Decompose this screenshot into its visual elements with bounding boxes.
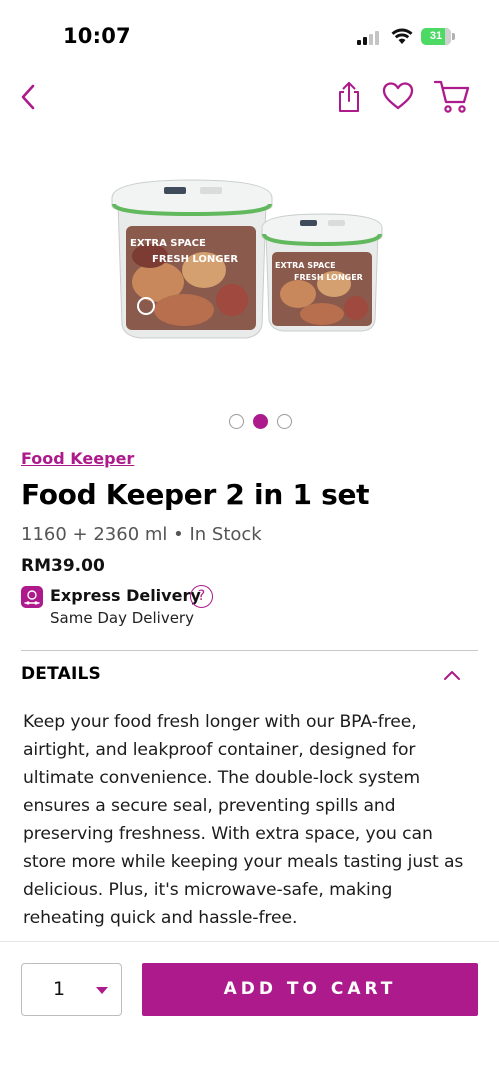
carousel-dot-1[interactable] <box>229 414 244 429</box>
carousel-dot-3[interactable] <box>277 414 292 429</box>
brand-link[interactable]: Food Keeper <box>21 449 134 468</box>
carousel-indicator <box>229 414 292 429</box>
battery-empty-portion <box>445 28 451 45</box>
product-image[interactable]: EXTRA SPACE FRESH LONGER EXTRA SPACE FRE… <box>100 160 400 350</box>
share-icon[interactable] <box>334 80 364 114</box>
express-delivery-icon <box>21 586 43 608</box>
cellular-signal-icon <box>357 31 381 45</box>
svg-text:EXTRA SPACE: EXTRA SPACE <box>130 238 206 249</box>
battery-icon: 31 <box>421 28 455 45</box>
chevron-up-icon[interactable] <box>441 665 463 685</box>
status-time: 10:07 <box>63 24 131 48</box>
svg-text:FRESH LONGER: FRESH LONGER <box>152 254 238 265</box>
details-description: Keep your food fresh longer with our BPA… <box>23 712 464 928</box>
small-container-image: EXTRA SPACE FRESH LONGER <box>261 213 383 332</box>
help-icon[interactable]: ? <box>190 585 213 608</box>
express-delivery-label: Express Delivery <box>50 586 201 605</box>
quantity-value: 1 <box>53 978 66 1000</box>
bottom-bar-divider <box>0 941 499 942</box>
carousel-dot-2-active[interactable] <box>253 414 268 429</box>
add-to-cart-button[interactable]: ADD TO CART <box>142 963 478 1016</box>
svg-text:EXTRA SPACE: EXTRA SPACE <box>275 261 336 270</box>
section-divider <box>21 650 478 651</box>
cart-icon[interactable] <box>433 78 471 114</box>
heart-icon[interactable] <box>381 80 415 112</box>
details-header[interactable]: DETAILS <box>21 664 101 684</box>
product-price: RM39.00 <box>21 556 105 576</box>
battery-cap <box>452 33 455 40</box>
product-title: Food Keeper 2 in 1 set <box>21 478 370 511</box>
product-subtitle: 1160 + 2360 ml • In Stock <box>21 524 262 545</box>
express-delivery-sublabel: Same Day Delivery <box>50 609 194 627</box>
wifi-icon <box>391 28 413 44</box>
caret-down-icon <box>96 987 108 994</box>
back-icon[interactable] <box>14 82 44 112</box>
status-bar: 10:07 31 <box>0 0 499 70</box>
svg-text:FRESH LONGER: FRESH LONGER <box>294 273 363 282</box>
quantity-select[interactable]: 1 <box>21 963 122 1016</box>
large-container-image: EXTRA SPACE FRESH LONGER <box>111 179 273 339</box>
